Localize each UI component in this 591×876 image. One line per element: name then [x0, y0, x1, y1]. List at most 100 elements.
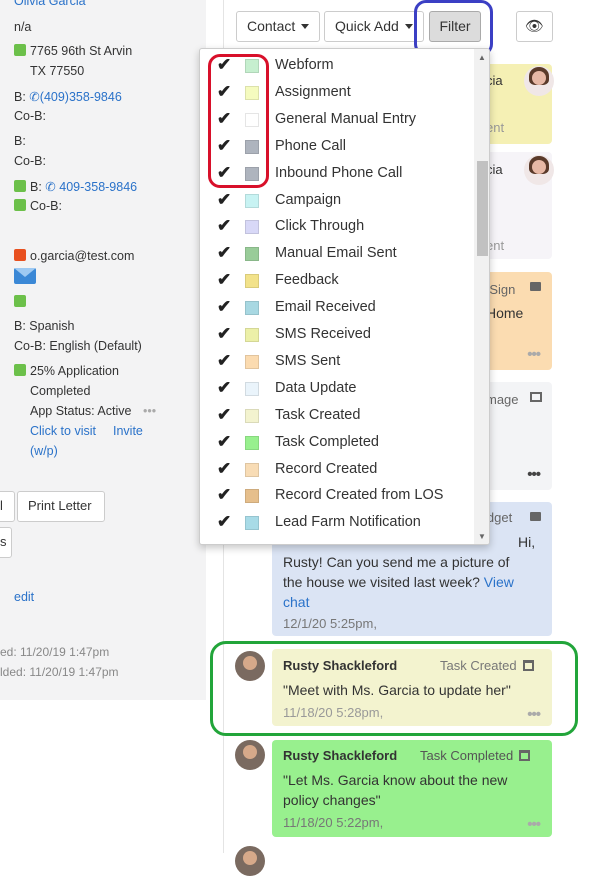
checkmark-icon[interactable]: ✔	[217, 378, 231, 398]
checkmark-icon[interactable]: ✔	[217, 351, 231, 371]
filter-item-lead-farm-notification[interactable]: ✔ Lead Farm Notification	[200, 510, 475, 537]
checkmark-icon[interactable]: ✔	[217, 216, 231, 236]
filter-item-click-through[interactable]: ✔ Click Through	[200, 214, 475, 241]
cob-label-1: Co-B:	[14, 109, 46, 123]
filter-item-sms-received[interactable]: ✔ SMS Received	[200, 322, 475, 349]
filter-item-label: Record Created	[275, 460, 378, 477]
color-swatch	[245, 408, 259, 423]
borrower-phone-2-link[interactable]: 409-358-9846	[59, 180, 137, 194]
checkmark-icon[interactable]: ✔	[217, 297, 231, 317]
task-text-line-2: policy changes"	[283, 792, 381, 808]
status-square-icon	[14, 180, 26, 192]
print-letter-button[interactable]: Print Letter	[17, 491, 105, 522]
filter-item-email-received[interactable]: ✔ Email Received	[200, 295, 475, 322]
filter-item-label: SMS Sent	[275, 352, 341, 369]
filter-item-label: Manual Email Sent	[275, 245, 397, 262]
color-swatch	[245, 489, 259, 504]
filter-item-data-update[interactable]: ✔ Data Update	[200, 376, 475, 403]
more-options-icon[interactable]: •••	[143, 404, 156, 418]
task-time: 11/18/20 5:22pm,	[283, 815, 384, 830]
email-value[interactable]: o.garcia@test.com	[30, 249, 134, 263]
rusty-avatar	[235, 740, 265, 770]
color-swatch	[245, 435, 259, 450]
checkmark-icon[interactable]: ✔	[217, 432, 231, 452]
filter-item-label: Phone Call	[275, 137, 346, 154]
comment-icon	[530, 282, 541, 291]
filter-item-label: Inbound Phone Call	[275, 164, 403, 181]
quick-add-dropdown-button[interactable]: Quick Add	[324, 11, 424, 42]
filter-item-label: Record Created from LOS	[275, 487, 444, 504]
checkbox-highlight	[208, 54, 269, 188]
checkmark-icon[interactable]: ✔	[217, 485, 231, 505]
click-to-visit-link[interactable]: Click to visit	[30, 424, 96, 438]
filter-item-sms-sent[interactable]: ✔ SMS Sent	[200, 349, 475, 376]
color-swatch	[245, 301, 259, 316]
filter-item-label: General Manual Entry	[275, 110, 417, 127]
contact-dropdown-button[interactable]: Contact	[236, 11, 321, 42]
filter-item-record-created-from-los[interactable]: ✔ Record Created from LOS	[200, 483, 475, 510]
status-square-icon	[14, 295, 26, 307]
agent-avatar	[524, 66, 554, 96]
more-options-icon[interactable]: •••	[527, 466, 541, 483]
filter-item-label: Lead Farm Notification	[275, 514, 421, 531]
filter-item-label: Assignment	[275, 83, 351, 100]
filter-item-manual-email-sent[interactable]: ✔ Manual Email Sent	[200, 241, 475, 268]
contact-na: n/a	[14, 20, 32, 34]
task-author: Rusty Shackleford	[283, 748, 398, 763]
color-swatch	[245, 354, 259, 369]
scrollbar-track[interactable]	[474, 49, 489, 544]
phone-icon: ✆	[45, 180, 56, 194]
b-label-2: B:	[14, 134, 26, 148]
filter-item-campaign[interactable]: ✔ Campaign	[200, 188, 475, 215]
checkmark-icon[interactable]: ✔	[217, 270, 231, 290]
borrower-phone-link[interactable]: (409)358-9846	[40, 90, 122, 104]
more-options-icon[interactable]: •••	[527, 816, 541, 833]
rusty-avatar	[235, 846, 265, 876]
task-highlight	[210, 641, 578, 736]
filter-item-feedback[interactable]: ✔ Feedback	[200, 268, 475, 295]
checkmark-icon[interactable]: ✔	[217, 190, 231, 210]
view-chat-link[interactable]: View	[484, 574, 514, 590]
envelope-icon[interactable]	[14, 268, 36, 284]
caret-down-icon	[404, 24, 413, 29]
wp-link[interactable]: (w/p)	[30, 444, 58, 458]
contact-name-link[interactable]: Olivia Garcia	[14, 0, 86, 8]
agent-avatar	[524, 155, 554, 185]
cob-label-3: Co-B:	[14, 199, 62, 213]
scrollbar-thumb[interactable]	[477, 161, 488, 256]
edit-link[interactable]: edit	[14, 590, 34, 604]
filter-item-label: Data Update	[275, 379, 357, 396]
comment-icon	[530, 512, 541, 521]
language-coborrower: Co-B: English (Default)	[14, 339, 142, 353]
more-options-icon[interactable]: •••	[527, 346, 541, 363]
email-button[interactable]: l	[0, 491, 15, 522]
invite-link[interactable]: Invite	[113, 424, 143, 438]
email-row: o.garcia@test.com	[14, 249, 134, 263]
filter-item-label: Webform	[275, 57, 334, 73]
address-line-1: 7765 96th St Arvin	[14, 44, 132, 58]
scroll-up-icon[interactable]: ▲	[478, 53, 486, 62]
checkmark-icon[interactable]: ✔	[217, 243, 231, 263]
s-button[interactable]: s	[0, 527, 12, 558]
filter-item-task-created[interactable]: ✔ Task Created	[200, 403, 475, 430]
borrower-phone: B: ✆(409)358-9846	[14, 90, 122, 104]
status-square-icon	[14, 44, 26, 56]
filter-item-label: Click Through	[275, 218, 365, 235]
filter-item-record-created[interactable]: ✔ Record Created	[200, 457, 475, 484]
task-text-line-1: "Let Ms. Garcia know about the new	[283, 772, 508, 788]
eye-icon[interactable]: 👁	[516, 11, 553, 42]
status-square-icon	[14, 364, 26, 376]
application-progress: 25% Application	[14, 364, 119, 378]
checkmark-icon[interactable]: ✔	[217, 405, 231, 425]
checkmark-icon[interactable]: ✔	[217, 512, 231, 532]
color-swatch	[245, 247, 259, 262]
contact-panel: Olivia Garcia n/a 7765 96th St Arvin TX …	[0, 0, 206, 700]
checkmark-icon[interactable]: ✔	[217, 459, 231, 479]
status-square-icon	[14, 199, 26, 211]
view-chat-link[interactable]: chat	[283, 594, 309, 610]
image-icon	[530, 392, 542, 402]
checkmark-icon[interactable]: ✔	[217, 324, 231, 344]
filter-item-task-completed[interactable]: ✔ Task Completed	[200, 430, 475, 457]
color-swatch	[245, 381, 259, 396]
scroll-down-icon[interactable]: ▼	[478, 532, 486, 541]
